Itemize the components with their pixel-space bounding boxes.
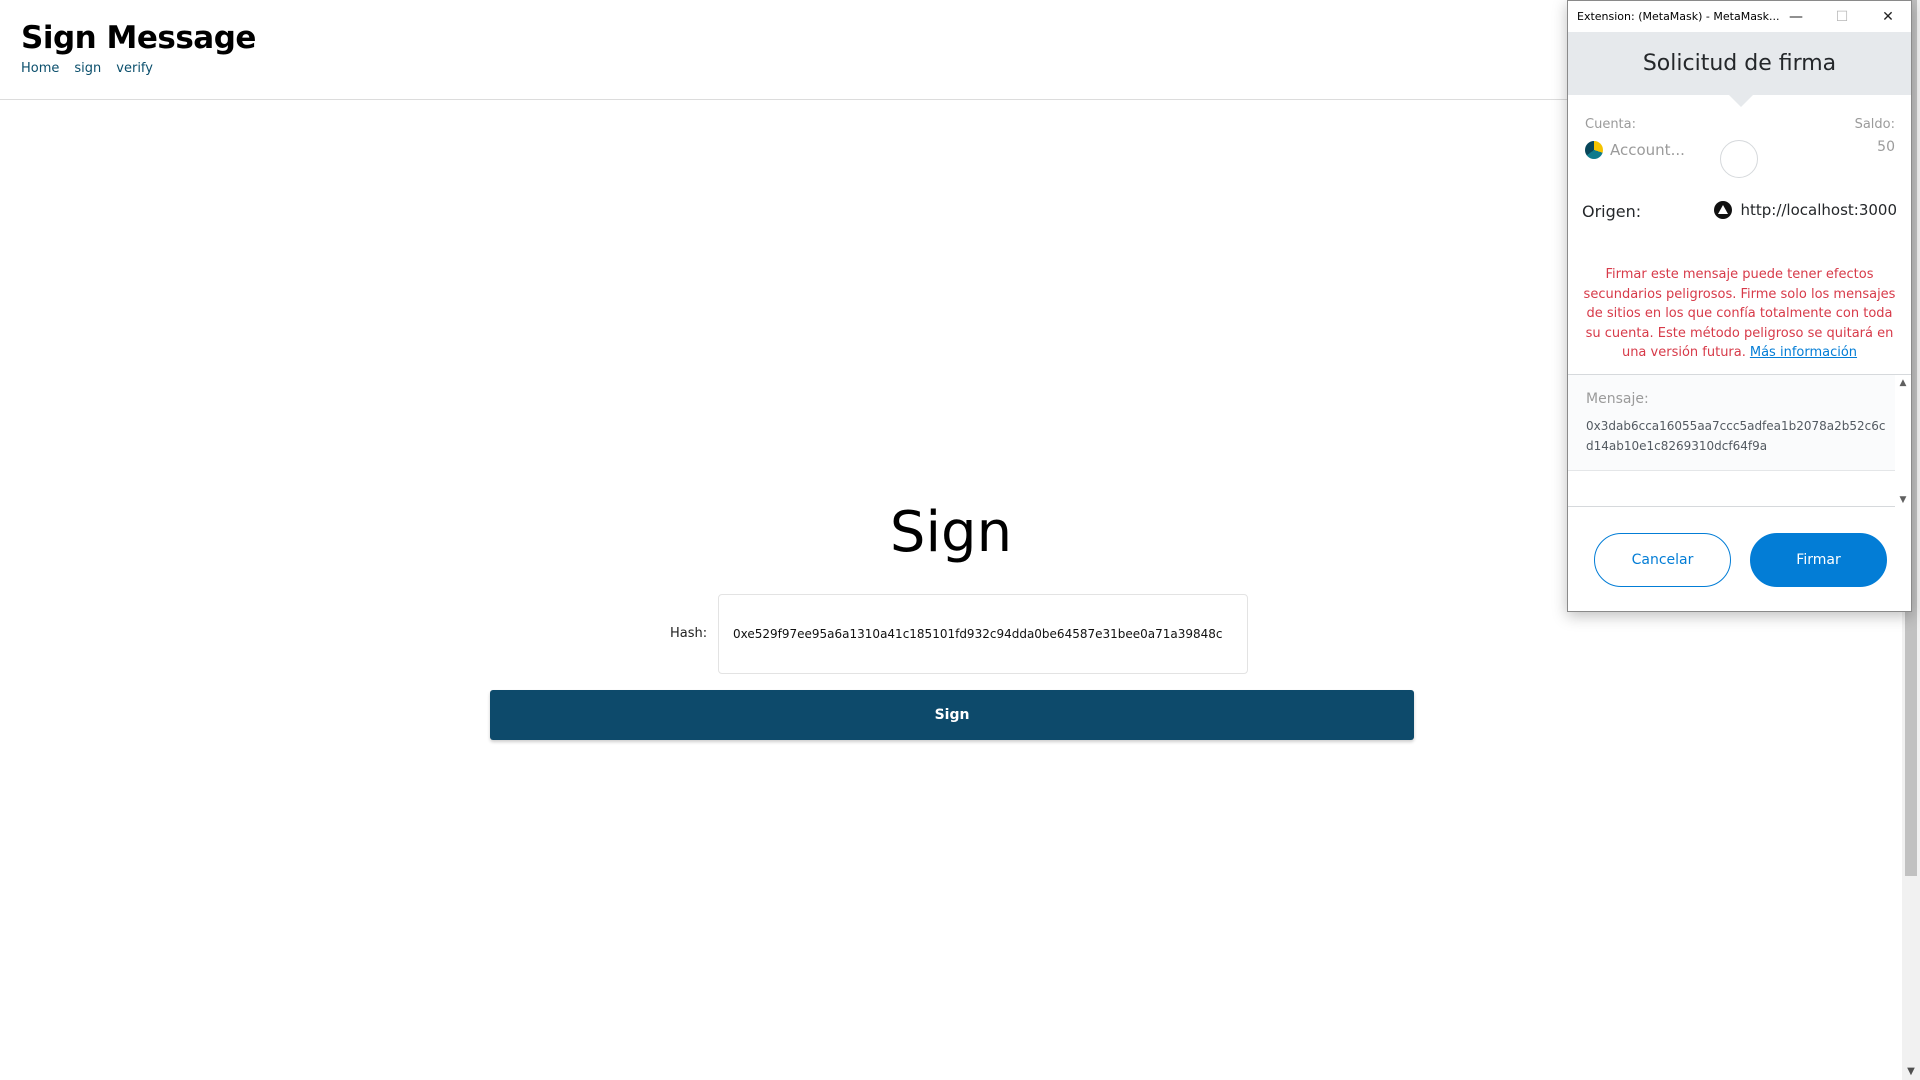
- message-label: Mensaje:: [1586, 391, 1649, 407]
- scroll-down-arrow-icon[interactable]: ▼: [1902, 1063, 1920, 1080]
- nav-home-link[interactable]: Home: [21, 61, 59, 76]
- nav-verify-link[interactable]: verify: [116, 61, 153, 76]
- window-titlebar[interactable]: Extension: (MetaMask) - MetaMask... — ☐ …: [1568, 1, 1911, 32]
- message-value: 0x3dab6cca16055aa7ccc5adfea1b2078a2b52c6…: [1586, 419, 1886, 453]
- account-selector: Account...: [1585, 141, 1685, 159]
- message-panel: Mensaje: 0x3dab6cca16055aa7ccc5adfea1b20…: [1568, 375, 1895, 471]
- account-label: Cuenta:: [1585, 117, 1636, 132]
- window-title: Extension: (MetaMask) - MetaMask...: [1577, 10, 1780, 23]
- origin-site-icon: [1714, 201, 1733, 219]
- hash-label: Hash:: [670, 626, 708, 641]
- site-title: Sign Message: [21, 20, 256, 56]
- cancel-button[interactable]: Cancelar: [1594, 533, 1731, 587]
- signature-request-title: Solicitud de firma: [1642, 51, 1837, 76]
- message-scrollbar[interactable]: ▲ ▼: [1895, 375, 1911, 508]
- scroll-up-arrow-icon[interactable]: ▲: [1895, 375, 1911, 391]
- more-info-link[interactable]: Más información: [1750, 345, 1857, 360]
- message-section: Mensaje: 0x3dab6cca16055aa7ccc5adfea1b20…: [1568, 374, 1911, 508]
- signature-request-banner: Solicitud de firma: [1568, 32, 1911, 107]
- scroll-down-arrow-icon[interactable]: ▼: [1895, 492, 1911, 508]
- origin-label: Origen:: [1582, 202, 1642, 221]
- balance-value: 50: [1877, 139, 1895, 155]
- hash-field[interactable]: 0xe529f97ee95a6a1310a41c185101fd932c94dd…: [718, 594, 1248, 674]
- balance-label: Saldo:: [1854, 117, 1895, 132]
- metamask-popup-window: Extension: (MetaMask) - MetaMask... — ☐ …: [1567, 0, 1912, 612]
- sign-confirm-button[interactable]: Firmar: [1750, 533, 1887, 587]
- request-icon: [1720, 140, 1758, 178]
- origin-row: http://localhost:3000: [1714, 201, 1897, 219]
- danger-warning: Firmar este mensaje puede tener efectos …: [1582, 265, 1897, 363]
- account-identicon-icon: [1585, 141, 1603, 159]
- account-name: Account...: [1610, 141, 1685, 159]
- sign-button[interactable]: Sign: [490, 690, 1414, 740]
- minimize-icon[interactable]: —: [1773, 1, 1819, 32]
- banner-notch: [1729, 95, 1753, 107]
- close-icon[interactable]: ✕: [1865, 1, 1911, 32]
- hash-value: 0xe529f97ee95a6a1310a41c185101fd932c94dd…: [733, 627, 1223, 641]
- nav-sign-link[interactable]: sign: [74, 61, 101, 76]
- site-nav: Home sign verify: [21, 61, 153, 76]
- maximize-icon[interactable]: ☐: [1819, 1, 1865, 32]
- origin-value: http://localhost:3000: [1740, 201, 1897, 219]
